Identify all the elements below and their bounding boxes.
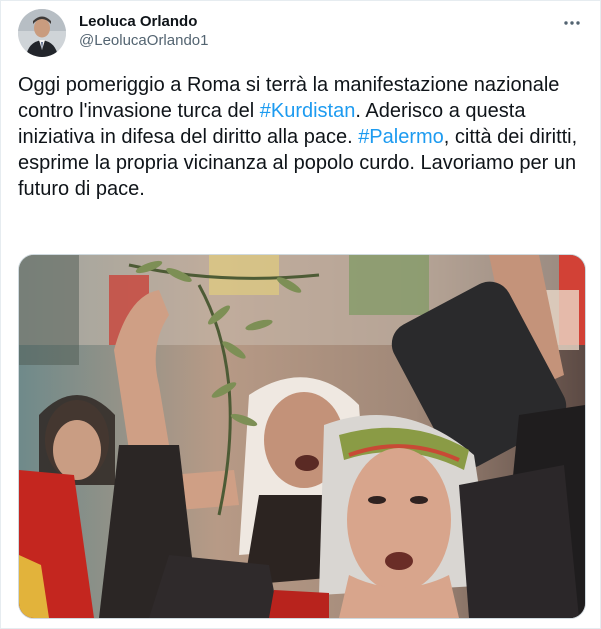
user-info: Leoluca Orlando @LeolucaOrlando1 [79,13,208,51]
tweet-text: Oggi pomeriggio a Roma si terrà la manif… [18,72,578,202]
user-handle[interactable]: @LeolucaOrlando1 [79,31,208,51]
more-options-button[interactable] [560,13,584,31]
tweet-card[interactable]: Leoluca Orlando @LeolucaOrlando1 Oggi po… [0,0,601,629]
more-horizontal-icon [563,13,581,31]
tweet-photo[interactable] [18,254,586,619]
hashtag-link-palermo[interactable]: #Palermo [358,126,444,148]
avatar-image [18,9,66,57]
avatar[interactable] [18,9,66,57]
hashtag-link-kurdistan[interactable]: #Kurdistan [260,100,356,122]
protest-photo [19,255,585,618]
tweet-header: Leoluca Orlando @LeolucaOrlando1 [18,9,584,59]
display-name[interactable]: Leoluca Orlando [79,13,208,31]
